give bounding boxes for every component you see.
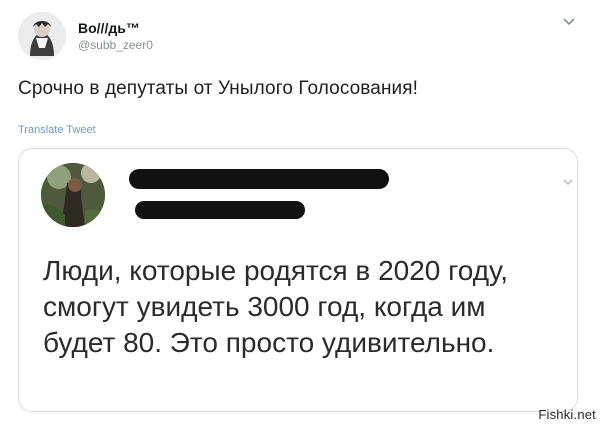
tweet-text: Срочно в депутаты от Унылого Голосования…: [18, 78, 419, 99]
author-name[interactable]: Во///дь™: [78, 20, 140, 36]
author-avatar[interactable]: [18, 12, 66, 60]
author-handle[interactable]: @subb_zeer0: [78, 38, 153, 52]
quoted-tweet-card[interactable]: Люди, которые родятся в 2020 году, смогу…: [18, 148, 578, 412]
redacted-name: [129, 169, 389, 189]
watermark: Fishki.net: [538, 407, 596, 422]
quoted-tweet-text: Люди, которые родятся в 2020 году, смогу…: [43, 255, 509, 358]
chevron-down-icon[interactable]: [561, 177, 575, 189]
chevron-down-icon[interactable]: [560, 14, 578, 30]
redacted-handle: [135, 201, 305, 219]
quoted-author-avatar: [41, 163, 105, 227]
translate-tweet-link[interactable]: Translate Tweet: [18, 124, 96, 136]
